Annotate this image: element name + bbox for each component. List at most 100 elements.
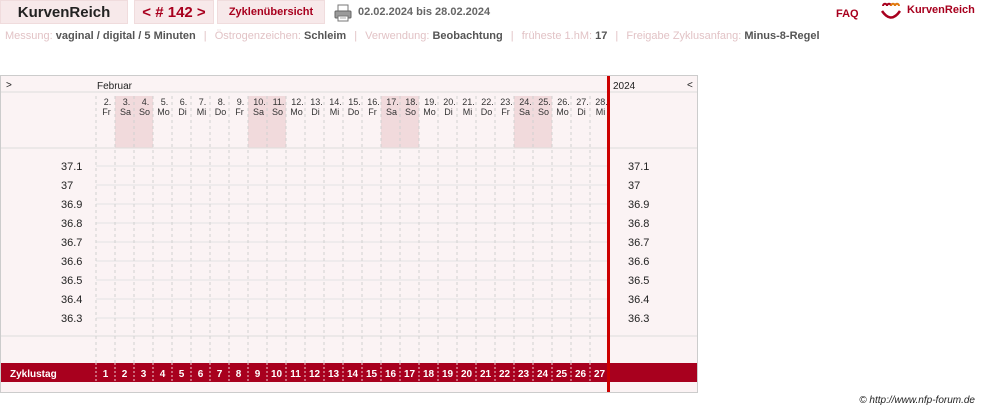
temp-label-left: 36.7	[61, 237, 82, 249]
kurvenreich-logo-icon[interactable]	[880, 2, 902, 22]
setting-label-cycle-start: Freigabe Zyklusanfang:	[626, 30, 742, 42]
cycle-overview-tab[interactable]: Zyklenübersicht	[217, 0, 325, 24]
day-date: 22.	[481, 97, 494, 107]
temp-label-right: 36.3	[628, 313, 649, 325]
setting-label-estrogen: Östrogenzeichen:	[214, 30, 301, 42]
app-title: KurvenReich	[17, 3, 111, 21]
month-label: Februar	[97, 81, 133, 92]
day-weekday: Mo	[157, 107, 170, 117]
day-weekday: So	[272, 107, 283, 117]
day-date: 10.	[253, 97, 266, 107]
day-weekday: So	[139, 107, 150, 117]
setting-value-usage: Beobachtung	[432, 30, 503, 42]
zyklustag-number: 26	[575, 369, 587, 380]
day-weekday: So	[538, 107, 549, 117]
zyklustag-number: 6	[198, 369, 204, 380]
temp-label-left: 36.8	[61, 218, 82, 230]
temp-label-right: 36.8	[628, 218, 649, 230]
day-date: 17.	[386, 97, 399, 107]
zyklustag-number: 14	[347, 369, 359, 380]
separator: |	[203, 30, 207, 42]
setting-value-earliest-hm: 17	[595, 30, 608, 42]
temp-label-right: 36.4	[628, 294, 649, 306]
day-weekday: Fr	[235, 107, 244, 117]
day-date: 8.	[218, 97, 226, 107]
day-date: 9.	[237, 97, 245, 107]
day-date: 13.	[310, 97, 323, 107]
day-weekday: Fr	[102, 107, 111, 117]
day-weekday: Di	[444, 107, 453, 117]
day-date: 24.	[519, 97, 532, 107]
chart-nav-left: >	[6, 80, 12, 91]
top-navigation: KurvenReich < # 142 > Zyklenübersicht 02…	[0, 0, 981, 26]
cycle-number: < # 142 >	[142, 3, 206, 21]
day-date: 4.	[142, 97, 150, 107]
day-weekday: Mi	[330, 107, 340, 117]
day-date: 2.	[104, 97, 112, 107]
zyklustag-number: 13	[328, 369, 340, 380]
day-weekday: Fr	[368, 107, 377, 117]
separator: |	[615, 30, 619, 42]
cycle-navigator[interactable]: < # 142 >	[134, 0, 214, 24]
logo-text[interactable]: KurvenReich	[907, 4, 975, 16]
day-date: 19.	[424, 97, 437, 107]
day-weekday: Do	[348, 107, 360, 117]
day-date: 20.	[443, 97, 456, 107]
zyklustag-number: 23	[518, 369, 530, 380]
zyklustag-number: 5	[179, 369, 185, 380]
cycle-overview-label: Zyklenübersicht	[228, 6, 314, 18]
temp-label-left: 37.1	[61, 161, 82, 173]
setting-value-cycle-start: Minus-8-Regel	[744, 30, 820, 42]
temp-label-left: 36.6	[61, 256, 82, 268]
temp-label-left: 36.3	[61, 313, 82, 325]
day-weekday: Fr	[501, 107, 510, 117]
printer-icon[interactable]	[334, 4, 352, 22]
zyklustag-number: 18	[423, 369, 435, 380]
zyklustag-number: 9	[255, 369, 261, 380]
day-date: 23.	[500, 97, 513, 107]
day-date: 15.	[348, 97, 361, 107]
zyklustag-number: 12	[309, 369, 321, 380]
day-date: 11.	[273, 97, 285, 107]
zyklustag-number: 16	[385, 369, 397, 380]
temp-label-right: 37.1	[628, 161, 649, 173]
day-date: 3.	[123, 97, 131, 107]
separator: |	[510, 30, 514, 42]
chart-nav-right: <	[687, 80, 693, 91]
day-date: 16.	[367, 97, 380, 107]
zyklustag-number: 11	[290, 369, 301, 380]
setting-label-measurement: Messung:	[5, 30, 53, 42]
cycle-end-divider	[607, 76, 610, 392]
zyklustag-number: 8	[236, 369, 242, 380]
zyklustag-number: 24	[537, 369, 549, 380]
setting-value-measurement: vaginal / digital / 5 Minuten	[55, 30, 196, 42]
zyklustag-number: 21	[480, 369, 492, 380]
day-weekday: So	[405, 107, 416, 117]
day-weekday: Do	[215, 107, 227, 117]
day-weekday: Sa	[253, 107, 264, 117]
temp-label-left: 36.9	[61, 199, 82, 211]
day-date: 14.	[329, 97, 342, 107]
zyklustag-number: 15	[366, 369, 378, 380]
day-weekday: Mo	[556, 107, 569, 117]
day-weekday: Mo	[290, 107, 303, 117]
app-title-tab[interactable]: KurvenReich	[0, 0, 128, 24]
day-date: 28.	[595, 97, 608, 107]
zyklustag-label: Zyklustag	[10, 369, 57, 380]
zyklustag-number: 20	[461, 369, 473, 380]
zyklustag-number: 7	[217, 369, 223, 380]
faq-link[interactable]: FAQ	[836, 8, 859, 20]
zyklustag-number: 4	[160, 369, 166, 380]
temp-label-right: 37	[628, 180, 640, 192]
zyklustag-number: 22	[499, 369, 511, 380]
day-date: 27.	[576, 97, 589, 107]
zyklustag-number: 10	[271, 369, 283, 380]
day-date: 18.	[405, 97, 418, 107]
temp-label-left: 37	[61, 180, 73, 192]
day-date: 5.	[161, 97, 169, 107]
day-weekday: Mo	[423, 107, 436, 117]
zyklustag-number: 2	[122, 369, 128, 380]
temp-label-right: 36.5	[628, 275, 649, 287]
zyklustag-number: 19	[442, 369, 454, 380]
zyklustag-number: 25	[556, 369, 568, 380]
